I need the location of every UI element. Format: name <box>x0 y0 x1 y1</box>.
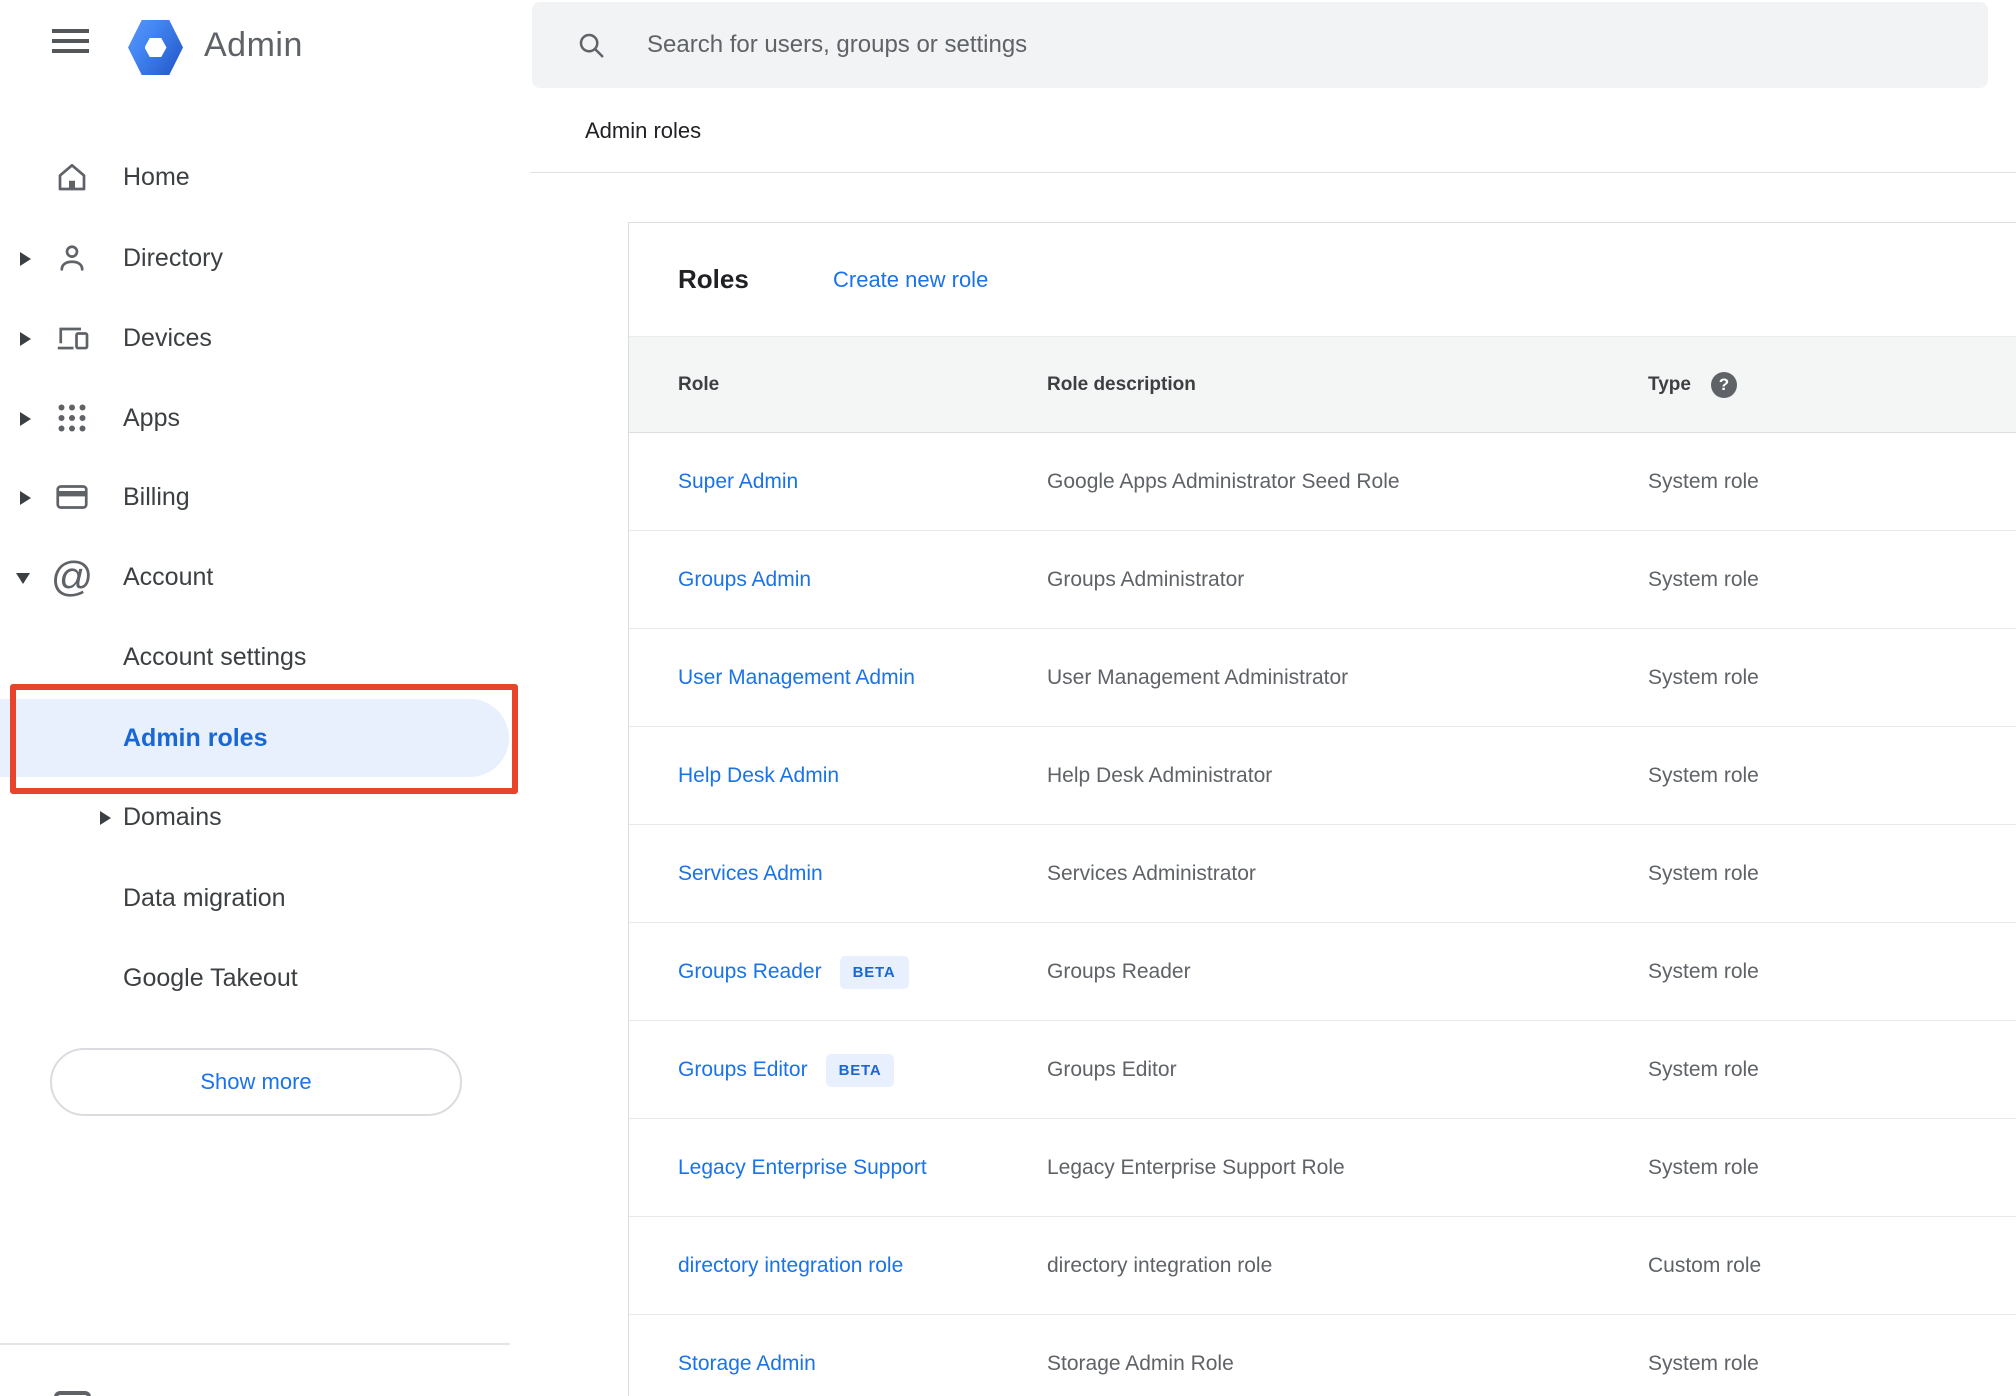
page-title: Roles <box>678 264 749 294</box>
role-cell: Groups Admin <box>678 531 811 629</box>
sidebar-item-domains[interactable]: Domains <box>0 777 512 857</box>
create-new-role-link[interactable]: Create new role <box>833 223 988 336</box>
role-cell: Storage Admin <box>678 1315 816 1396</box>
role-cell: directory integration role <box>678 1217 903 1315</box>
sidebar-item-admin-roles[interactable]: Admin roles <box>0 699 509 777</box>
expand-arrow-icon[interactable] <box>100 811 111 825</box>
sidebar-item-data-migration[interactable]: Data migration <box>0 858 512 938</box>
show-more-button[interactable]: Show more <box>50 1048 462 1116</box>
role-link[interactable]: Help Desk Admin <box>678 764 839 788</box>
sidebar-item-account-settings[interactable]: Account settings <box>0 617 512 697</box>
search-icon <box>579 33 604 58</box>
role-description: Legacy Enterprise Support Role <box>1047 1156 1345 1179</box>
column-header-description: Role description <box>1047 374 1196 395</box>
role-cell: Groups Reader BETA <box>678 923 909 1021</box>
expand-arrow-icon[interactable] <box>20 491 31 505</box>
table-row: User Management Admin User Management Ad… <box>629 629 2016 727</box>
role-description: Groups Administrator <box>1047 568 1245 591</box>
column-header-type: Type ? <box>1648 337 1737 433</box>
table-row: Groups Editor BETA Groups Editor System … <box>629 1021 2016 1119</box>
roles-card: Roles Create new role Role Role descript… <box>628 222 2016 1396</box>
role-link[interactable]: Storage Admin <box>678 1352 816 1376</box>
expand-arrow-icon[interactable] <box>20 412 31 426</box>
google-admin-console: Admin Search for users, groups or settin… <box>0 0 2016 1396</box>
at-icon: @ <box>50 553 94 600</box>
person-icon <box>54 240 90 276</box>
apps-grid-icon <box>54 400 90 436</box>
role-cell: Help Desk Admin <box>678 727 839 825</box>
beta-badge: BETA <box>839 955 909 989</box>
role-link[interactable]: Groups Editor <box>678 1058 808 1082</box>
table-row: directory integration role directory int… <box>629 1217 2016 1315</box>
home-icon <box>54 159 90 195</box>
role-type: System role <box>1648 960 1759 983</box>
column-header-role: Role <box>678 374 720 395</box>
role-cell: Groups Editor BETA <box>678 1021 895 1119</box>
sidebar-item-apps[interactable]: Apps <box>0 378 512 458</box>
role-cell: Legacy Enterprise Support <box>678 1119 927 1217</box>
role-type: System role <box>1648 862 1759 885</box>
search-placeholder: Search for users, groups or settings <box>647 31 1028 58</box>
role-type: System role <box>1648 1352 1759 1375</box>
top-bar: Admin Search for users, groups or settin… <box>0 0 2016 90</box>
table-row: Super Admin Google Apps Administrator Se… <box>629 433 2016 531</box>
role-cell: Super Admin <box>678 433 798 531</box>
role-link[interactable]: Groups Admin <box>678 568 811 592</box>
credit-card-icon <box>54 479 90 515</box>
table-row: Legacy Enterprise Support Legacy Enterpr… <box>629 1119 2016 1217</box>
role-type: System role <box>1648 764 1759 787</box>
table-row: Groups Reader BETA Groups Reader System … <box>629 923 2016 1021</box>
table-row: Services Admin Services Administrator Sy… <box>629 825 2016 923</box>
role-cell: User Management Admin <box>678 629 915 727</box>
sidebar-item-account[interactable]: @ Account <box>0 537 512 617</box>
role-description: Services Administrator <box>1047 862 1256 885</box>
role-cell: Services Admin <box>678 825 823 923</box>
role-description: User Management Administrator <box>1047 666 1349 689</box>
breadcrumb: Admin roles <box>585 118 702 143</box>
role-type: System role <box>1648 666 1759 689</box>
role-description: Groups Editor <box>1047 1058 1177 1081</box>
role-link[interactable]: Legacy Enterprise Support <box>678 1156 927 1180</box>
sidebar-item-google-takeout[interactable]: Google Takeout <box>0 938 512 1018</box>
sidebar-item-devices[interactable]: Devices <box>0 298 512 378</box>
role-type: System role <box>1648 1156 1759 1179</box>
role-type: Custom role <box>1648 1254 1762 1277</box>
sidebar-item-directory[interactable]: Directory <box>0 218 512 298</box>
beta-badge: BETA <box>825 1053 895 1087</box>
table-header-row: Role Role description Type ? <box>629 336 2016 433</box>
sidebar-item-billing[interactable]: Billing <box>0 457 512 537</box>
table-row: Help Desk Admin Help Desk Administrator … <box>629 727 2016 825</box>
role-link[interactable]: User Management Admin <box>678 666 915 690</box>
app-title: Admin <box>204 25 303 64</box>
search-input[interactable]: Search for users, groups or settings <box>532 2 1988 88</box>
sidebar-item-home[interactable]: Home <box>0 137 512 217</box>
help-icon[interactable]: ? <box>1710 372 1737 398</box>
sidebar-divider <box>0 1343 510 1345</box>
breadcrumb-divider <box>530 172 2016 173</box>
expand-arrow-icon[interactable] <box>20 332 31 346</box>
menu-icon[interactable] <box>52 29 89 53</box>
role-link[interactable]: Groups Reader <box>678 960 822 984</box>
role-description: Help Desk Administrator <box>1047 764 1273 787</box>
role-description: Google Apps Administrator Seed Role <box>1047 470 1400 493</box>
devices-icon <box>54 320 90 356</box>
role-link[interactable]: directory integration role <box>678 1254 903 1278</box>
expand-arrow-icon[interactable] <box>20 252 31 266</box>
role-type: System role <box>1648 1058 1759 1081</box>
collapse-arrow-icon[interactable] <box>16 573 30 584</box>
role-type: System role <box>1648 568 1759 591</box>
table-body: Super Admin Google Apps Administrator Se… <box>629 433 2016 1396</box>
table-row: Groups Admin Groups Administrator System… <box>629 531 2016 629</box>
role-type: System role <box>1648 470 1759 493</box>
truncated-footer-icon <box>54 1391 91 1396</box>
role-description: Storage Admin Role <box>1047 1352 1234 1375</box>
admin-logo-icon <box>128 20 183 75</box>
role-description: Groups Reader <box>1047 960 1191 983</box>
role-link[interactable]: Services Admin <box>678 862 823 886</box>
role-description: directory integration role <box>1047 1254 1273 1277</box>
table-row: Storage Admin Storage Admin Role System … <box>629 1315 2016 1396</box>
role-link[interactable]: Super Admin <box>678 470 798 494</box>
